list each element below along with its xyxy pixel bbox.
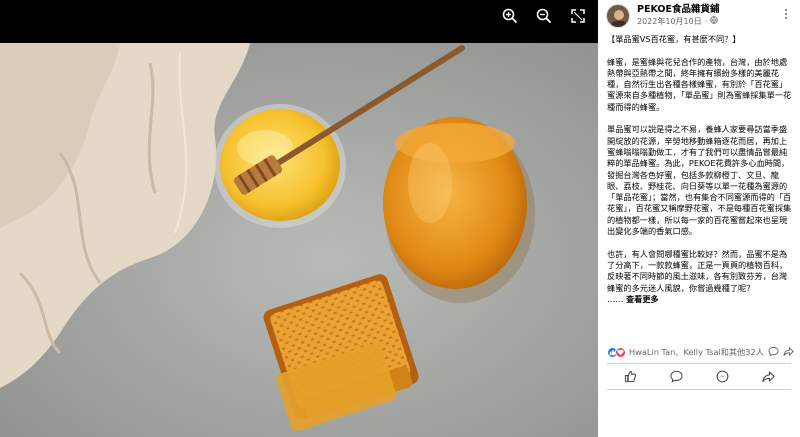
divider [607, 389, 791, 390]
post-paragraph-2: 單品蜜可以說是得之不易，養蜂人家要尋訪當季盛開綻放的花源，辛勞地移動蜂箱逐花而居… [607, 124, 792, 237]
comment-icon[interactable] [666, 366, 686, 386]
share-icon[interactable] [758, 366, 778, 386]
reactions-bar: HwaLin Tan、Kelly Tsai和其他32人 [607, 344, 794, 360]
see-more-line: …… 查看更多 [607, 294, 794, 305]
post-paragraph-3: 也許，有人會問哪種蜜比較好？然而，品蜜不是為了分高下，一款款蜂蜜，正是一頁頁的植… [607, 248, 788, 293]
send-icon[interactable] [712, 366, 732, 386]
post-panel: PEKOE食品雜貨鋪 2022年10月10日 · 【單品蜜VS百花蜜，有甚麼不同… [598, 0, 800, 437]
more-icon[interactable] [780, 6, 792, 22]
zoom-out-icon[interactable] [534, 6, 554, 26]
post-paragraph-1: 蜂蜜，是蜜蜂與花兒合作的產物，台灣，由於地處熱帶與亞熱帶之間，終年擁有繽紛多樣的… [607, 56, 792, 112]
fullscreen-icon[interactable] [568, 6, 588, 26]
like-icon[interactable] [620, 366, 640, 386]
love-badge-icon [615, 346, 626, 358]
reaction-icons[interactable] [607, 346, 626, 358]
page-name[interactable]: PEKOE食品雜貨鋪 [637, 4, 719, 16]
share-count-icon[interactable] [783, 346, 794, 359]
divider [607, 363, 791, 364]
post-meta: 2022年10月10日 · [637, 16, 719, 27]
honey-photo [0, 43, 598, 437]
avatar[interactable] [606, 4, 630, 28]
comment-count-icon[interactable] [768, 346, 779, 359]
globe-icon [710, 16, 719, 27]
see-more-link[interactable]: 查看更多 [626, 294, 659, 304]
meta-dot: · [704, 17, 708, 26]
reaction-side [768, 346, 794, 359]
post-date[interactable]: 2022年10月10日 [637, 16, 702, 27]
ellipsis: …… [607, 293, 624, 304]
viewer-toolbar [500, 6, 588, 26]
post-title: 【單品蜜VS百花蜜，有甚麼不同？】 [607, 34, 741, 44]
zoom-in-icon[interactable] [500, 6, 520, 26]
post-header: PEKOE食品雜貨鋪 2022年10月10日 · [598, 0, 800, 34]
reaction-names[interactable]: HwaLin Tan、Kelly Tsai和其他32人 [629, 346, 764, 358]
post-photo [0, 43, 598, 437]
post-text: 【單品蜜VS百花蜜，有甚麼不同？】 蜂蜜，是蜜蜂與花兒合作的產物，台灣，由於地處… [598, 34, 800, 305]
action-bar [607, 366, 791, 386]
photo-viewer [0, 0, 598, 437]
